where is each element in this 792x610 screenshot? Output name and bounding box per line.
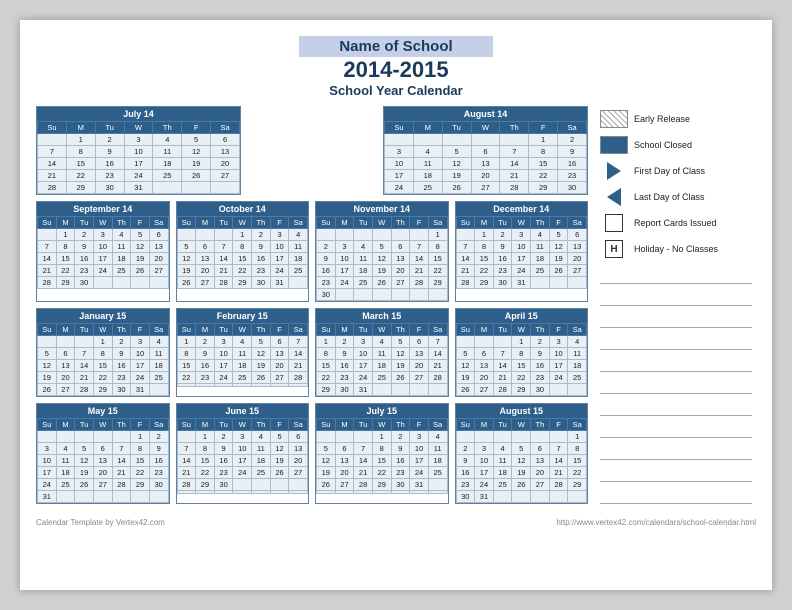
footer-right: http://www.vertex42.com/calendars/school…	[556, 518, 756, 527]
month-oct14: October 14 SuMTuWThFSa 1234 567891011 12…	[176, 201, 310, 302]
last-day-symbol	[607, 188, 621, 206]
cal-row-2: September 14 SuMTuWThFSa 123456 78910111…	[36, 201, 588, 302]
legend-line-6	[600, 376, 752, 394]
footer: Calendar Template by Vertex42.com http:/…	[36, 518, 756, 527]
first-day-label: First Day of Class	[634, 166, 705, 176]
last-day-label: Last Day of Class	[634, 192, 705, 202]
month-aug15: August 15 SuMTuWThFSa 1 2345678 91011121…	[455, 403, 589, 504]
report-cards-label: Report Cards Issued	[634, 218, 717, 228]
month-jan15: January 15 SuMTuWThFSa 1234 567891011 12…	[36, 308, 170, 397]
cal-row-1: July 14 SuMTuWThFSa 123456 78910111213 1…	[36, 106, 588, 195]
legend-line-3	[600, 310, 752, 328]
subtitle: School Year Calendar	[36, 83, 756, 98]
holiday-label: Holiday - No Classes	[634, 244, 718, 254]
legend-line-4	[600, 332, 752, 350]
legend-line-9	[600, 442, 752, 460]
month-nov14: November 14 SuMTuWThFSa 1 2345678 910111…	[315, 201, 449, 302]
legend-lines	[600, 266, 752, 504]
month-jun15: June 15 SuMTuWThFSa 123456 78910111213 1…	[176, 403, 310, 504]
school-closed-symbol	[600, 136, 628, 154]
month-jul15: July 15 SuMTuWThFSa 1234 567891011 12131…	[315, 403, 449, 504]
legend-holiday: H Holiday - No Classes	[600, 240, 752, 258]
report-cards-symbol	[605, 214, 623, 232]
legend-line-7	[600, 398, 752, 416]
main-content: July 14 SuMTuWThFSa 123456 78910111213 1…	[36, 106, 756, 512]
month-feb15: February 15 SuMTuWThFSa 1234567 89101112…	[176, 308, 310, 397]
month-dec14: December 14 SuMTuWThFSa 123456 789101112…	[455, 201, 589, 302]
month-sep14: September 14 SuMTuWThFSa 123456 78910111…	[36, 201, 170, 302]
header: Name of School 2014-2015 School Year Cal…	[36, 36, 756, 98]
calendars-area: July 14 SuMTuWThFSa 123456 78910111213 1…	[36, 106, 588, 512]
legend-line-10	[600, 464, 752, 482]
month-aug14: August 14 SuMTuWThFSa 12 3456789 1011121…	[383, 106, 588, 195]
legend-line-8	[600, 420, 752, 438]
legend-report-cards: Report Cards Issued	[600, 214, 752, 232]
school-closed-label: School Closed	[634, 140, 692, 150]
legend-school-closed: School Closed	[600, 136, 752, 154]
early-release-symbol	[600, 110, 628, 128]
month-apr15: April 15 SuMTuWThFSa 1234 567891011 1213…	[455, 308, 589, 397]
month-may15: May 15 SuMTuWThFSa 12 3456789 1011121314…	[36, 403, 170, 504]
early-release-label: Early Release	[634, 114, 690, 124]
month-mar15: March 15 SuMTuWThFSa 1234567 89101112131…	[315, 308, 449, 397]
cal-row-4: May 15 SuMTuWThFSa 12 3456789 1011121314…	[36, 403, 588, 504]
page: Name of School 2014-2015 School Year Cal…	[20, 20, 772, 590]
legend-early-release: Early Release	[600, 110, 752, 128]
first-day-symbol	[607, 162, 621, 180]
year: 2014-2015	[36, 57, 756, 83]
legend-line-11	[600, 486, 752, 504]
legend-last-day: Last Day of Class	[600, 188, 752, 206]
spacer-header	[247, 106, 377, 195]
school-name: Name of School	[299, 36, 492, 57]
cal-row-3: January 15 SuMTuWThFSa 1234 567891011 12…	[36, 308, 588, 397]
legend-area: Early Release School Closed First Day of…	[596, 106, 756, 512]
month-july14: July 14 SuMTuWThFSa 123456 78910111213 1…	[36, 106, 241, 195]
holiday-symbol: H	[605, 240, 623, 258]
legend-line-2	[600, 288, 752, 306]
legend-line-1	[600, 266, 752, 284]
legend-line-5	[600, 354, 752, 372]
legend-first-day: First Day of Class	[600, 162, 752, 180]
footer-left: Calendar Template by Vertex42.com	[36, 518, 165, 527]
